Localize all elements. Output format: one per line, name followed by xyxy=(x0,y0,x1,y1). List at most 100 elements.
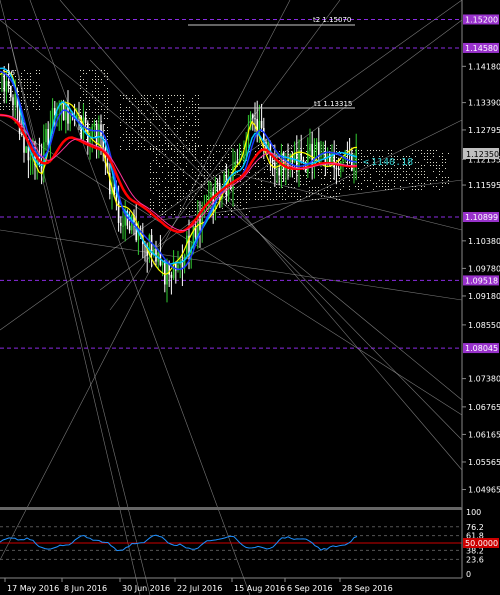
cloud-dot xyxy=(183,119,184,120)
candle-body xyxy=(128,225,131,231)
cloud-dot xyxy=(162,202,163,203)
cloud-dot xyxy=(195,145,196,146)
cloud-dot xyxy=(156,172,157,173)
cloud-dot xyxy=(442,171,443,172)
cloud-dot xyxy=(165,154,166,155)
cloud-dot xyxy=(349,180,350,181)
cloud-dot xyxy=(370,153,371,154)
cloud-dot xyxy=(107,109,108,110)
cloud-dot xyxy=(177,172,178,173)
price-tick-label: 1.13390 xyxy=(468,99,500,108)
cloud-dot xyxy=(385,183,386,184)
cloud-dot xyxy=(445,168,446,169)
cloud-dot xyxy=(237,202,238,203)
cloud-dot xyxy=(165,163,166,164)
cloud-dot xyxy=(183,169,184,170)
cloud-dot xyxy=(141,143,142,144)
candle-body xyxy=(135,222,137,241)
cloud-dot xyxy=(156,110,157,111)
cloud-dot xyxy=(21,100,22,101)
candle-body xyxy=(293,153,296,163)
cloud-dot xyxy=(376,183,377,184)
cloud-dot xyxy=(159,134,160,135)
cloud-dot xyxy=(439,189,440,190)
cloud-dot xyxy=(159,95,160,96)
cloud-dot xyxy=(180,128,181,129)
cloud-dot xyxy=(442,165,443,166)
cloud-dot xyxy=(385,168,386,169)
cloud-dot xyxy=(27,85,28,86)
cloud-dot xyxy=(150,125,151,126)
candle-body xyxy=(25,146,27,153)
cloud-dot xyxy=(183,140,184,141)
cloud-dot xyxy=(171,104,172,105)
cloud-dot xyxy=(288,184,289,185)
cloud-dot xyxy=(174,193,175,194)
cloud-dot xyxy=(159,193,160,194)
cloud-dot xyxy=(168,190,169,191)
cloud-dot xyxy=(165,104,166,105)
price-tick-label: 1.05565 xyxy=(468,458,500,467)
cloud-dot xyxy=(171,149,172,150)
cloud-dot xyxy=(36,109,37,110)
cloud-dot xyxy=(439,156,440,157)
cloud-dot xyxy=(180,196,181,197)
cloud-dot xyxy=(153,208,154,209)
cloud-dot xyxy=(330,175,331,176)
cloud-dot xyxy=(418,174,419,175)
cloud-dot xyxy=(132,119,133,120)
candle-body xyxy=(254,118,256,120)
cloud-dot xyxy=(95,70,96,71)
cloud-dot xyxy=(195,104,196,105)
cloud-dot xyxy=(270,178,271,179)
cloud-dot xyxy=(306,181,307,182)
cloud-dot xyxy=(27,79,28,80)
cloud-dot xyxy=(430,159,431,160)
cloud-dot xyxy=(294,178,295,179)
cloud-dot xyxy=(189,196,190,197)
price-tick-label: 1.04965 xyxy=(468,486,500,495)
cloud-dot xyxy=(439,171,440,172)
cloud-dot xyxy=(150,205,151,206)
cloud-dot xyxy=(427,156,428,157)
cloud-dot xyxy=(138,125,139,126)
chart-canvas[interactable]: t2 1.15070 t1 1.13315 36 < 1140.18 1.141… xyxy=(0,0,500,595)
cloud-dot xyxy=(391,150,392,151)
cloud-dot xyxy=(358,186,359,187)
cloud-dot xyxy=(129,149,130,150)
pane-separator[interactable] xyxy=(0,507,462,510)
cloud-dot xyxy=(291,148,292,149)
cloud-dot xyxy=(129,143,130,144)
cloud-dot xyxy=(138,143,139,144)
cloud-dot xyxy=(445,162,446,163)
cloud-dot xyxy=(327,184,328,185)
cloud-dot xyxy=(406,171,407,172)
cloud-dot xyxy=(285,199,286,200)
cloud-dot xyxy=(180,95,181,96)
cloud-dot xyxy=(174,157,175,158)
cloud-dot xyxy=(415,189,416,190)
candle-body xyxy=(164,261,166,285)
cloud-dot xyxy=(95,82,96,83)
cloud-dot xyxy=(327,172,328,173)
time-tick-label: 28 Sep 2016 xyxy=(342,584,393,593)
cloud-dot xyxy=(394,174,395,175)
cloud-dot xyxy=(370,168,371,169)
cloud-dot xyxy=(198,196,199,197)
cloud-dot xyxy=(442,156,443,157)
cloud-dot xyxy=(424,177,425,178)
cloud-dot xyxy=(138,104,139,105)
cloud-dot xyxy=(129,116,130,117)
cloud-dot xyxy=(442,159,443,160)
cloud-dot xyxy=(361,150,362,151)
candle-body xyxy=(51,108,54,124)
cloud-dot xyxy=(213,187,214,188)
cloud-dot xyxy=(135,125,136,126)
cloud-dot xyxy=(177,196,178,197)
candle-body xyxy=(5,81,8,92)
cloud-dot xyxy=(192,107,193,108)
cloud-dot xyxy=(421,171,422,172)
cloud-dot xyxy=(231,169,232,170)
cloud-dot xyxy=(358,159,359,160)
cloud-dot xyxy=(180,110,181,111)
